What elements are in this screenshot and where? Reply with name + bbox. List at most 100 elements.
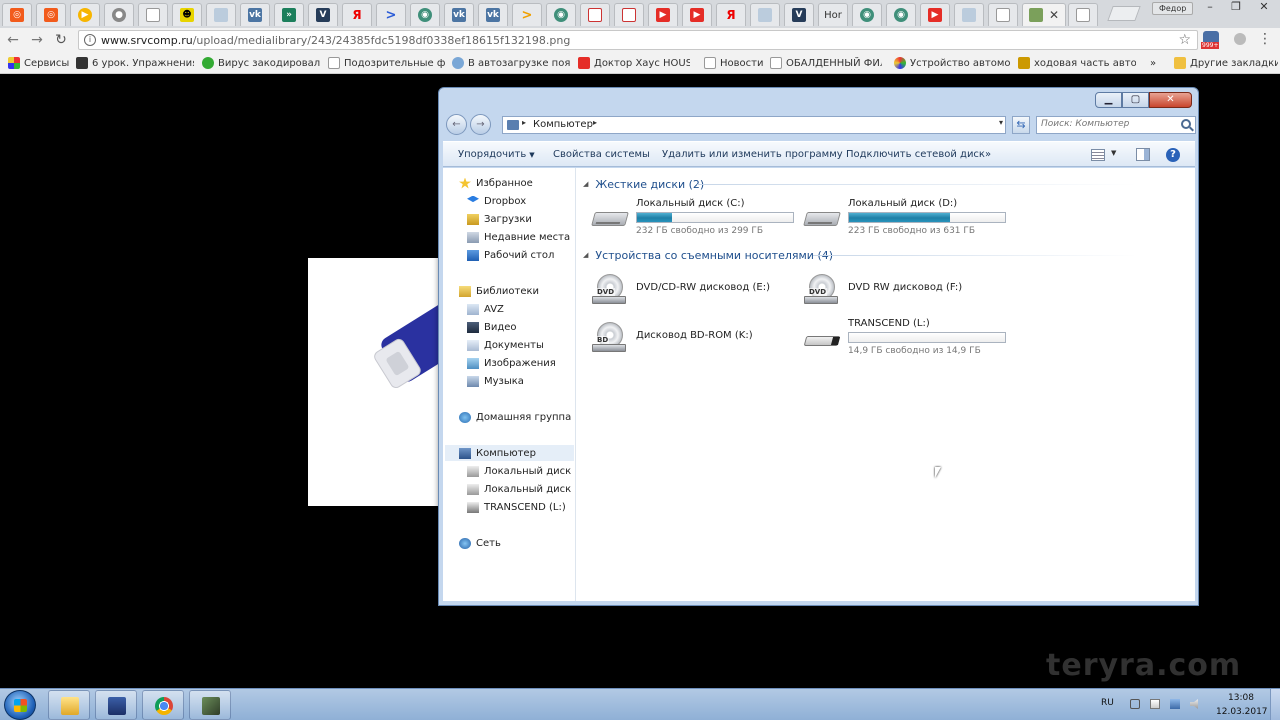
- chevron-down-icon[interactable]: ▼: [1111, 149, 1116, 157]
- tab[interactable]: [206, 3, 236, 26]
- bookmark-star-icon[interactable]: ☆: [1178, 32, 1191, 48]
- nav-computer[interactable]: Компьютер: [445, 445, 574, 461]
- forward-button[interactable]: →: [28, 31, 46, 49]
- tab[interactable]: >: [376, 3, 406, 26]
- more-commands-button[interactable]: »: [985, 149, 991, 160]
- show-desktop-button[interactable]: [1270, 689, 1280, 720]
- extension-icon[interactable]: [1234, 33, 1246, 45]
- tab[interactable]: >: [512, 3, 542, 26]
- info-icon[interactable]: i: [84, 34, 96, 46]
- nav-favorites[interactable]: Избранное: [459, 175, 574, 191]
- bookmarks-more-button[interactable]: »: [1150, 56, 1160, 70]
- map-network-drive-button[interactable]: Подключить сетевой диск: [846, 149, 985, 160]
- reload-button[interactable]: ↻: [52, 31, 70, 49]
- nav-homegroup[interactable]: Домашняя группа: [459, 409, 574, 425]
- tab[interactable]: vk: [240, 3, 270, 26]
- bookmark-item[interactable]: ходовая часть автом: [1018, 56, 1136, 70]
- help-icon[interactable]: ?: [1166, 148, 1180, 162]
- minimize-button[interactable]: ▁: [1095, 92, 1122, 108]
- bookmark-item[interactable]: 6 урок. Упражнения: [76, 56, 194, 70]
- nav-video[interactable]: Видео: [467, 319, 574, 335]
- nav-avz[interactable]: AVZ: [467, 301, 574, 317]
- group-hard-disks[interactable]: ◢ Жесткие диски (2): [583, 176, 704, 192]
- address-breadcrumb[interactable]: ▸ Компьютер ▸ ▾: [502, 116, 1006, 134]
- language-indicator[interactable]: RU: [1101, 698, 1114, 708]
- tab[interactable]: vk: [444, 3, 474, 26]
- profile-button[interactable]: Федор: [1152, 2, 1194, 15]
- group-removable[interactable]: ◢ Устройства со съемными носителями (4): [583, 247, 833, 263]
- tab[interactable]: »: [274, 3, 304, 26]
- nav-music[interactable]: Музыка: [467, 373, 574, 389]
- tab[interactable]: ◎: [36, 3, 66, 26]
- nav-network[interactable]: Сеть: [459, 535, 574, 551]
- taskbar-explorer-button[interactable]: [48, 690, 90, 720]
- taskbar-app-button[interactable]: [189, 690, 231, 720]
- url-text[interactable]: www.srvcomp.ru/upload/medialibrary/243/2…: [101, 34, 570, 47]
- nav-drive-d[interactable]: Локальный диск (D:): [467, 481, 574, 497]
- tab[interactable]: [988, 3, 1018, 26]
- clock-date[interactable]: 12.03.2017: [1216, 707, 1268, 717]
- chevron-right-icon[interactable]: ▸: [593, 118, 597, 127]
- preview-pane-icon[interactable]: [1136, 148, 1150, 161]
- tab[interactable]: ☻: [172, 3, 202, 26]
- tab[interactable]: ◉: [546, 3, 576, 26]
- close-window-button[interactable]: ✕: [1252, 0, 1276, 16]
- bookmark-item[interactable]: ОБАЛДЕННЫЙ ФИЛ: [770, 56, 882, 70]
- drive-e[interactable]: DVD DVD/CD-RW дисковод (E:): [591, 270, 801, 310]
- nav-documents[interactable]: Документы: [467, 337, 574, 353]
- taskbar-app-button[interactable]: [95, 690, 137, 720]
- bookmark-item[interactable]: Сервисы: [8, 56, 70, 70]
- tab[interactable]: [1068, 3, 1098, 26]
- tab[interactable]: ◉: [886, 3, 916, 26]
- maximize-button[interactable]: ❐: [1224, 0, 1248, 16]
- nav-transcend[interactable]: TRANSCEND (L:): [467, 499, 574, 515]
- tab[interactable]: Я: [342, 3, 372, 26]
- tab[interactable]: [614, 3, 644, 26]
- tab[interactable]: ▶: [682, 3, 712, 26]
- tab[interactable]: ◉: [410, 3, 440, 26]
- nav-libraries[interactable]: Библиотеки: [459, 283, 574, 299]
- tab[interactable]: Hor: [818, 3, 848, 26]
- address-bar[interactable]: i www.srvcomp.ru/upload/medialibrary/243…: [78, 30, 1198, 50]
- volume-icon[interactable]: [1190, 699, 1198, 709]
- tab[interactable]: ▶: [920, 3, 950, 26]
- close-button[interactable]: ✕: [1149, 92, 1192, 108]
- search-input[interactable]: [1041, 119, 1171, 129]
- collapse-triangle-icon[interactable]: ◢: [583, 251, 588, 259]
- action-center-flag-icon[interactable]: [1150, 699, 1160, 709]
- bookmark-item[interactable]: В автозагрузке появ: [452, 56, 570, 70]
- forward-button[interactable]: →: [470, 114, 491, 135]
- tab[interactable]: ▶: [648, 3, 678, 26]
- tab-active[interactable]: ✕: [1022, 3, 1066, 26]
- bookmark-item[interactable]: Устройство автомоб: [894, 56, 1010, 70]
- tab[interactable]: V: [308, 3, 338, 26]
- drive-k[interactable]: BD Дисковод BD-ROM (K:): [591, 318, 801, 358]
- organize-button[interactable]: Упорядочить ▼: [458, 149, 535, 160]
- chevron-right-icon[interactable]: ▸: [522, 118, 526, 127]
- chevron-down-icon[interactable]: ▾: [999, 118, 1003, 127]
- menu-icon[interactable]: ⋮: [1258, 31, 1272, 47]
- drive-d[interactable]: Локальный диск (D:) 223 ГБ свободно из 6…: [803, 198, 1013, 238]
- tab[interactable]: [580, 3, 610, 26]
- breadcrumb-item[interactable]: Компьютер: [533, 119, 593, 130]
- back-button[interactable]: ←: [446, 114, 467, 135]
- bookmark-item[interactable]: Вирус закодировал с: [202, 56, 320, 70]
- nav-images[interactable]: Изображения: [467, 355, 574, 371]
- tab[interactable]: ◎: [2, 3, 32, 26]
- bookmark-item[interactable]: Новости: [704, 56, 764, 70]
- tab[interactable]: Я: [716, 3, 746, 26]
- clock-time[interactable]: 13:08: [1228, 693, 1254, 703]
- tab[interactable]: V: [784, 3, 814, 26]
- search-icon[interactable]: [1181, 119, 1191, 129]
- tab[interactable]: ◉: [852, 3, 882, 26]
- tab[interactable]: ●: [104, 3, 134, 26]
- maximize-button[interactable]: ▢: [1122, 92, 1149, 108]
- drive-f[interactable]: DVD DVD RW дисковод (F:): [803, 270, 1013, 310]
- taskbar-chrome-button[interactable]: [142, 690, 184, 720]
- tab[interactable]: [138, 3, 168, 26]
- bookmark-item[interactable]: Доктор Хаус HOUSE: [578, 56, 690, 70]
- bookmark-item[interactable]: Подозрительные фа: [328, 56, 446, 70]
- nav-dropbox[interactable]: Dropbox: [467, 193, 574, 209]
- tab[interactable]: vk: [478, 3, 508, 26]
- minimize-button[interactable]: –: [1198, 0, 1222, 16]
